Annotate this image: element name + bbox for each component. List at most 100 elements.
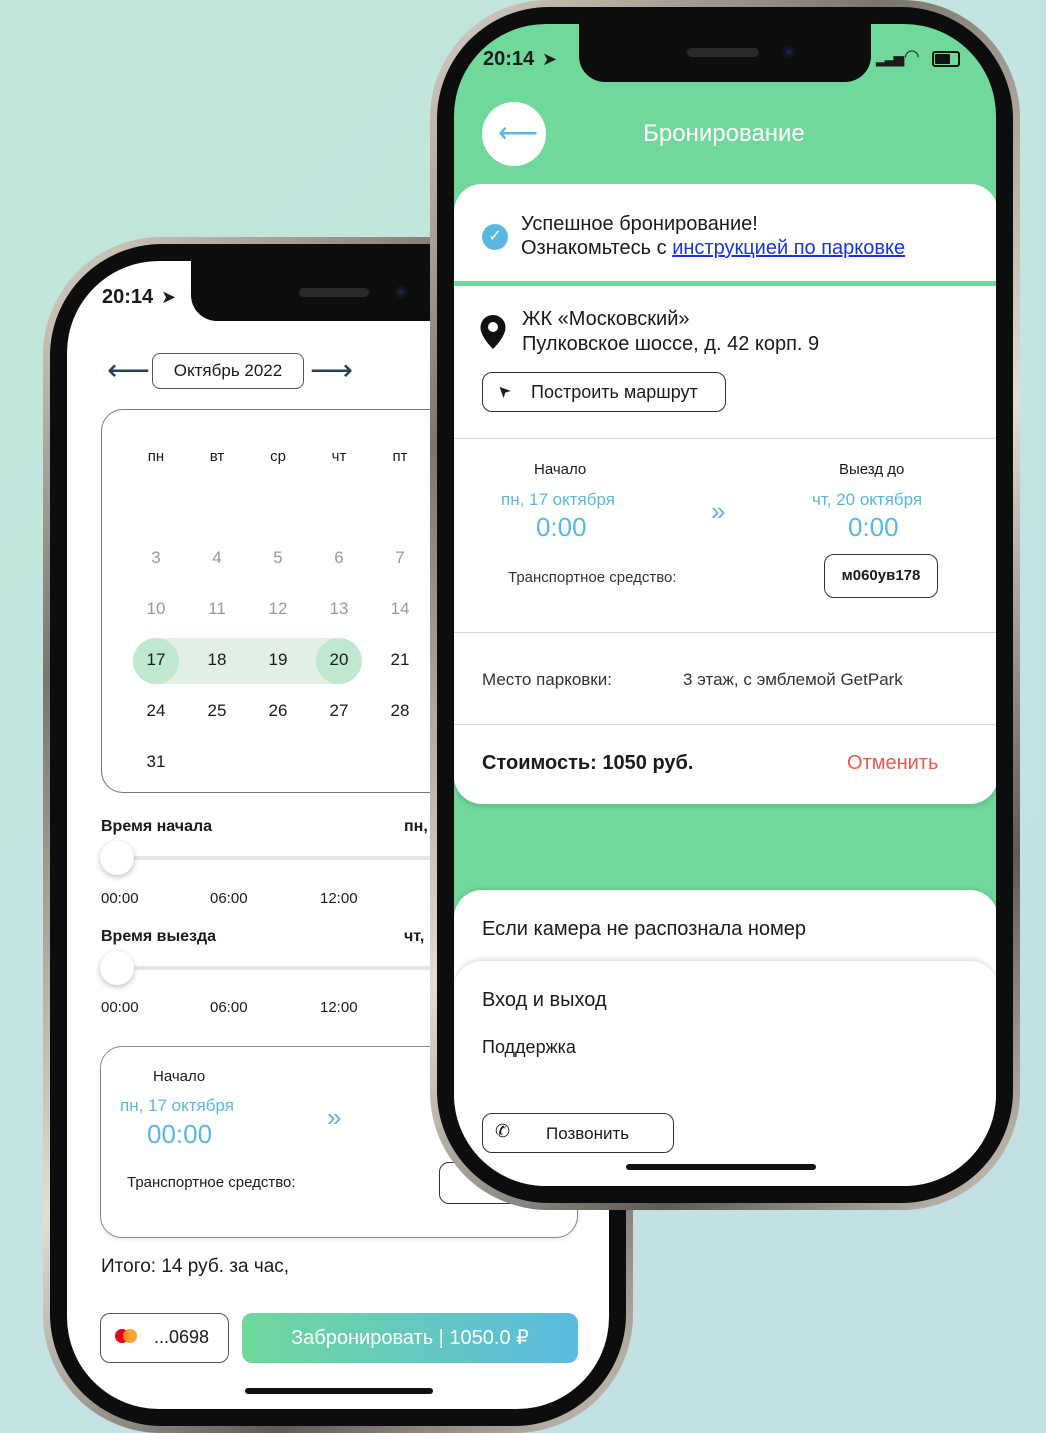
calendar-day[interactable]: 21 [370, 650, 430, 670]
place-name: ЖК «Московский» [522, 308, 690, 330]
total-text: Итого: 14 руб. за час, [101, 1256, 290, 1277]
summary-start-date: пн, 17 октября [120, 1096, 234, 1115]
end-time-value: чт, [404, 928, 425, 945]
start-time: 0:00 [536, 512, 587, 542]
check-circle-icon: ✓ [482, 224, 508, 250]
summary-start-label: Начало [153, 1068, 206, 1085]
details-panel: ЖК «Московский» Пулковское шоссе, д. 42 … [454, 286, 996, 804]
calendar-day[interactable]: 12 [248, 599, 308, 619]
weekday-tue: вт [209, 448, 225, 465]
mastercard-icon [113, 1328, 139, 1346]
calendar-day-selected[interactable]: 18 [187, 650, 247, 670]
calendar-day[interactable]: 28 [370, 701, 430, 721]
calendar-day[interactable]: 10 [126, 599, 186, 619]
weekday-wed: ср [270, 448, 286, 465]
navigation-arrow-icon: ➤ [493, 379, 515, 402]
calendar-day[interactable]: 27 [309, 701, 369, 721]
calendar-day[interactable]: 5 [248, 548, 308, 568]
calendar-day[interactable]: 3 [126, 548, 186, 568]
location-icon: ➤ [542, 49, 558, 69]
calendar-day[interactable]: 31 [126, 752, 186, 772]
cost-text: Стоимость: 1050 руб. [482, 752, 694, 774]
double-chevron-icon: » [711, 496, 726, 526]
month-selector[interactable]: Октябрь 2022 [152, 353, 304, 389]
start-tick-1: 06:00 [210, 890, 248, 907]
camera-help-title: Если камера не распознала номер [482, 918, 807, 940]
page-title: Бронирование [643, 120, 805, 147]
notch [579, 24, 871, 82]
end-time-label: Время выезда [101, 928, 217, 945]
card-number: ...0698 [154, 1327, 210, 1347]
spot-value: 3 этаж, с эмблемой GetPark [683, 670, 903, 689]
summary-vehicle-label: Транспортное средство: [127, 1174, 296, 1191]
end-tick-1: 06:00 [210, 999, 248, 1016]
vehicle-label: Транспортное средство: [508, 569, 677, 586]
right-phone: 20:14 ➤ ▂▃▅ ◠ ⟵ Бронирование ✓ Успешное … [430, 0, 1020, 1210]
weekday-mon: пн [147, 448, 165, 465]
calendar-day-selected[interactable]: 19 [248, 650, 308, 670]
end-tick-0: 00:00 [101, 999, 139, 1016]
end-tick-2: 12:00 [320, 999, 358, 1016]
weekday-fri: пт [392, 448, 408, 465]
start-time-slider-thumb[interactable] [100, 841, 134, 875]
start-time-value: пн, [404, 818, 428, 835]
calendar-day[interactable]: 14 [370, 599, 430, 619]
back-arrow-icon: ⟵ [498, 117, 539, 148]
calendar-day[interactable]: 24 [126, 701, 186, 721]
cancel-button[interactable]: Отменить [847, 752, 938, 775]
route-button-label: Построить маршрут [531, 382, 698, 402]
weekday-thu: чт [331, 448, 347, 465]
calendar-day[interactable]: 13 [309, 599, 369, 619]
phone-icon: ✆ [495, 1121, 511, 1141]
calendar-day[interactable]: 7 [370, 548, 430, 568]
double-chevron-icon: » [327, 1102, 342, 1132]
entry-exit-panel[interactable]: Вход и выход Поддержка ✆ Позвонить [454, 961, 996, 1186]
instruction-line: Ознакомьтесь с инструкцией по парковке [521, 237, 905, 260]
next-month-arrow[interactable]: ⟶ [310, 356, 353, 386]
end-time-slider-thumb[interactable] [100, 951, 134, 985]
vehicle-plate-text: м060ув178 [841, 567, 921, 584]
home-indicator [245, 1388, 433, 1394]
battery-icon [932, 51, 960, 67]
vehicle-plate[interactable]: м060ув178 [824, 554, 938, 598]
map-pin-icon [479, 314, 507, 355]
start-date: пн, 17 октября [501, 490, 615, 509]
status-time: 20:14 [483, 48, 535, 70]
signal-icon: ▂▃▅ [876, 50, 904, 66]
start-tick-2: 12:00 [320, 890, 358, 907]
call-button[interactable]: ✆ Позвонить [482, 1113, 674, 1153]
calendar-day[interactable]: 26 [248, 701, 308, 721]
calendar-day[interactable]: 25 [187, 701, 247, 721]
prev-month-arrow[interactable]: ⟵ [107, 356, 150, 386]
status-time: 20:14 [102, 286, 154, 308]
start-tick-0: 00:00 [101, 890, 139, 907]
calendar-day[interactable]: 6 [309, 548, 369, 568]
book-button[interactable]: Забронировать | 1050.0 ₽ [242, 1313, 578, 1363]
support-label: Поддержка [482, 1037, 576, 1057]
summary-start-time: 00:00 [147, 1119, 213, 1149]
end-time: 0:00 [848, 512, 899, 542]
entry-exit-title: Вход и выход [482, 989, 607, 1011]
place-address: Пулковское шоссе, д. 42 корп. 9 [522, 333, 820, 355]
payment-card-button[interactable]: ...0698 [100, 1313, 229, 1363]
spot-label: Место парковки: [482, 670, 612, 689]
route-button[interactable]: ➤ Построить маршрут [482, 372, 726, 412]
home-indicator [626, 1164, 816, 1170]
call-button-label: Позвонить [546, 1124, 630, 1143]
start-label: Начало [534, 461, 587, 478]
instruction-link[interactable]: инструкцией по парковке [672, 237, 905, 259]
end-date: чт, 20 октября [812, 490, 923, 509]
location-icon: ➤ [161, 287, 177, 307]
calendar-day[interactable]: 4 [187, 548, 247, 568]
right-screen: 20:14 ➤ ▂▃▅ ◠ ⟵ Бронирование ✓ Успешное … [454, 24, 996, 1186]
success-panel: ✓ Успешное бронирование! Ознакомьтесь с … [454, 184, 996, 284]
start-time-label: Время начала [101, 818, 213, 835]
success-message: Успешное бронирование! [521, 213, 758, 235]
back-button[interactable]: ⟵ [482, 102, 546, 166]
end-label: Выезд до [839, 461, 905, 478]
wifi-icon: ◠ [904, 46, 920, 66]
calendar-day[interactable]: 11 [187, 599, 247, 619]
instruction-prefix: Ознакомьтесь с [521, 237, 667, 259]
calendar-day-selected[interactable]: 20 [309, 650, 369, 670]
calendar-day-selected[interactable]: 17 [126, 650, 186, 670]
